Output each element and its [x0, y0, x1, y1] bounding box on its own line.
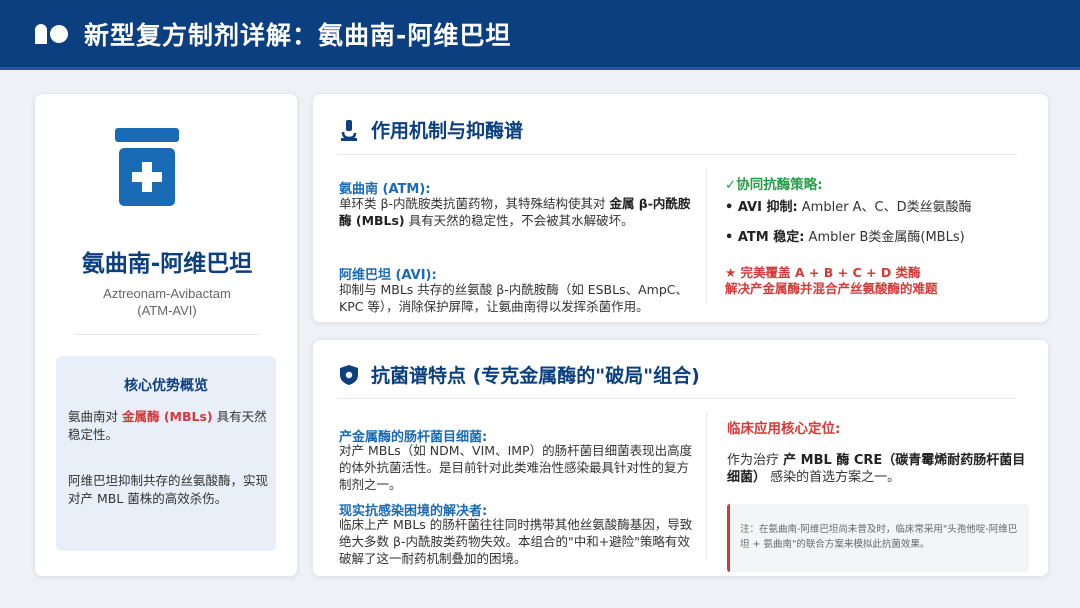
- drug-abbreviation: (ATM-AVI): [137, 303, 197, 318]
- clinical-heading: 临床应用核心定位:: [727, 421, 841, 437]
- divider: [337, 154, 1017, 155]
- atm-description: 单环类 β-内酰胺类抗菌药物，其特殊结构使其对 金属 β-内酰胺酶 (MBLs)…: [339, 195, 699, 229]
- page-title: 新型复方制剂详解：氨曲南-阿维巴坦: [84, 20, 512, 50]
- divider: [75, 334, 259, 335]
- section-title: 抗菌谱特点 (专克金属酶的"破局"组合): [371, 365, 700, 387]
- drug-name: 氨曲南-阿维巴坦: [81, 251, 253, 277]
- pills-icon: [34, 22, 70, 46]
- shield-icon: [339, 364, 359, 386]
- medicine-bottle-icon: [115, 128, 179, 208]
- drug-english-name: Aztreonam-Avibactam: [103, 286, 231, 301]
- synergy-text: Ambler B类金属酶(MBLs): [804, 230, 965, 245]
- drug-card: 氨曲南-阿维巴坦 Aztreonam-Avibactam (ATM-AVI) 核…: [34, 93, 298, 577]
- summary-title: 核心优势概览: [124, 378, 208, 394]
- atm-text: 单环类 β-内酰胺类抗菌药物，其特殊结构使其对: [339, 196, 610, 211]
- note-box: 注：在氨曲南-阿维巴坦尚未普及时，临床常采用"头孢他啶-阿维巴坦 + 氨曲南"的…: [727, 504, 1029, 572]
- divider: [337, 398, 1017, 399]
- avi-description: 抑制与 MBLs 共存的丝氨酸 β-内酰胺酶（如 ESBLs、AmpC、KPC …: [339, 282, 688, 314]
- header-bar: 新型复方制剂详解：氨曲南-阿维巴坦: [0, 0, 1080, 70]
- spectrum-text-2: 临床上产 MBLs 的肠杆菌往往同时携带其他丝氨酸酶基因，导致绝大多数 β-内酰…: [339, 517, 693, 566]
- microscope-icon: [339, 119, 359, 141]
- summary-highlight: 金属酶 (MBLs): [121, 409, 213, 424]
- section-header: 作用机制与抑酶谱: [339, 116, 523, 143]
- summary-point-1: 氨曲南对 金属酶 (MBLs) 具有天然稳定性。: [68, 408, 268, 444]
- section-header: 抗菌谱特点 (专克金属酶的"破局"组合): [339, 361, 700, 388]
- synergy-item-2: • ATM 稳定: Ambler B类金属酶(MBLs): [725, 229, 965, 246]
- summary-point-2: 阿维巴坦抑制共存的丝氨酸酶，实现对产 MBL 菌株的高效杀伤。: [68, 473, 269, 506]
- synergy-text: Ambler A、C、D类丝氨酸酶: [797, 200, 972, 215]
- clinical-text-part: 作为治疗: [727, 453, 784, 468]
- atm-text: 具有天然的稳定性，不会被其水解破坏。: [404, 213, 634, 228]
- synergy-item-1: • AVI 抑制: Ambler A、C、D类丝氨酸酶: [725, 199, 972, 216]
- mechanism-card: 作用机制与抑酶谱 氨曲南 (ATM): 单环类 β-内酰胺类抗菌药物，其特殊结构…: [312, 93, 1049, 323]
- synergy-label: • ATM 稳定:: [725, 230, 805, 245]
- spectrum-text-1: 对产 MBLs（如 NDM、VIM、IMP）的肠杆菌目细菌表现出高度的体外抗菌活…: [339, 443, 693, 492]
- summary-box: 核心优势概览 氨曲南对 金属酶 (MBLs) 具有天然稳定性。 阿维巴坦抑制共存…: [56, 356, 276, 551]
- synergy-heading: ✓协同抗酶策略:: [725, 177, 823, 193]
- coverage-note: 解决产金属酶并混合产丝氨酸酶的难题: [725, 281, 938, 296]
- synergy-label: • AVI 抑制:: [725, 200, 798, 215]
- summary-text: 氨曲南对: [68, 409, 122, 424]
- section-title: 作用机制与抑酶谱: [371, 120, 524, 142]
- clinical-text: 作为治疗 产 MBL 酶 CRE（碳青霉烯耐药肠杆菌目细菌） 感染的首选方案之一…: [727, 452, 1031, 486]
- spectrum-card: 抗菌谱特点 (专克金属酶的"破局"组合) 产金属酶的肠杆菌目细菌: 对产 MBL…: [312, 339, 1049, 577]
- divider: [706, 412, 707, 558]
- divider: [706, 168, 707, 304]
- clinical-text-part: 感染的首选方案之一。: [766, 470, 901, 485]
